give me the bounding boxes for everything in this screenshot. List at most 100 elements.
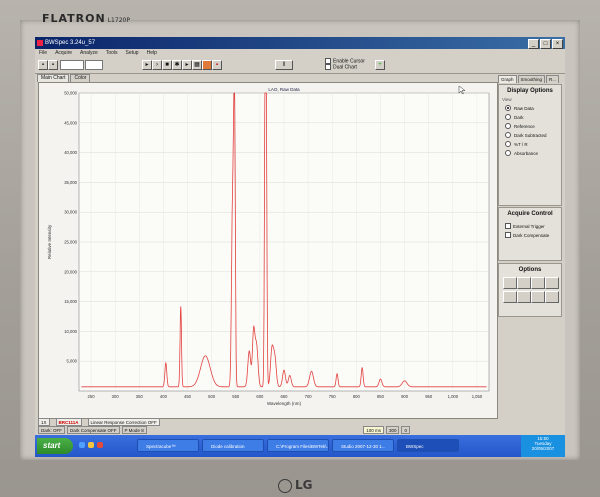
- window-titlebar[interactable]: BWSpec 3.24u_57 _ □ ×: [35, 37, 565, 49]
- option-dark-subtracted[interactable]: Dark Subtracted: [505, 132, 561, 138]
- tab-graph[interactable]: Graph: [498, 75, 517, 83]
- grid-icon[interactable]: ▦: [192, 60, 202, 70]
- label-transmission: %T / R: [514, 141, 528, 147]
- device-field[interactable]: [60, 60, 84, 70]
- enable-cursor-checkbox[interactable]: [325, 58, 331, 64]
- lg-logo-text: LG: [295, 478, 313, 492]
- task-studio[interactable]: Studio 2007-12-30 1...: [332, 439, 394, 452]
- save-icon[interactable]: ▪: [48, 60, 58, 70]
- report-icon[interactable]: ▪: [212, 60, 222, 70]
- side-panel: Graph Smoothing R... Display Options Vie…: [498, 75, 562, 423]
- dual-chart-label: Dual Chart: [333, 64, 357, 71]
- menu-acquire[interactable]: Acquire: [55, 49, 72, 57]
- channel-field[interactable]: [85, 60, 103, 70]
- pause-icon[interactable]: ‖: [275, 60, 293, 70]
- option-transmission[interactable]: %T / R: [505, 141, 561, 147]
- play-icon[interactable]: ▸: [142, 60, 152, 70]
- task-program-files[interactable]: C:\Program Files\BWTek\...: [267, 439, 329, 452]
- menu-setup[interactable]: Setup: [126, 49, 139, 57]
- option-absorbance[interactable]: Absorbance: [505, 150, 561, 156]
- tool-icon[interactable]: ▸: [182, 60, 192, 70]
- radio-transmission[interactable]: [505, 141, 511, 147]
- view-group-label: View: [502, 97, 512, 102]
- open-icon[interactable]: ▪: [38, 60, 48, 70]
- close-button[interactable]: ×: [552, 39, 563, 49]
- menu-help[interactable]: Help: [147, 49, 157, 57]
- option-button[interactable]: [503, 291, 517, 303]
- label-dark: Dark: [514, 114, 524, 120]
- x-tick-label: 250: [88, 394, 96, 399]
- dual-chart-checkbox[interactable]: [325, 64, 331, 71]
- option-raw-data[interactable]: Raw Data: [505, 105, 561, 111]
- tab-color[interactable]: Color: [70, 74, 91, 82]
- x-tick-label: 500: [208, 394, 216, 399]
- tab-smoothing[interactable]: Smoothing: [517, 75, 546, 83]
- toolbar: ▪ ▪ ▸ › ■ ✱ ▸ ▦ ▪ ‖ Enable Cursor Dual C…: [35, 57, 565, 74]
- status-spacer-right: [412, 426, 562, 434]
- x-tick-label: 300: [112, 394, 120, 399]
- stop-icon[interactable]: ■: [162, 60, 172, 70]
- option-reference[interactable]: Reference: [505, 123, 561, 129]
- quicklaunch-app-icon[interactable]: [97, 442, 103, 448]
- label-external-trigger: External Trigger: [513, 223, 545, 229]
- x-tick-label: 450: [184, 394, 192, 399]
- radio-absorbance[interactable]: [505, 150, 511, 156]
- step-icon[interactable]: ›: [152, 60, 162, 70]
- x-axis-label: Wavelength (nm): [267, 401, 302, 406]
- average-field[interactable]: 300: [385, 426, 400, 434]
- options-title: Options: [518, 267, 542, 273]
- option-external-trigger[interactable]: External Trigger: [505, 223, 561, 229]
- tab-main-chart[interactable]: Main Chart: [37, 74, 70, 82]
- quicklaunch-browser-icon[interactable]: [79, 442, 85, 448]
- radio-raw-data[interactable]: [505, 105, 511, 111]
- refresh-icon[interactable]: +: [375, 60, 385, 70]
- menu-tools[interactable]: Tools: [106, 49, 118, 57]
- option-button[interactable]: [545, 277, 559, 289]
- x-tick-label: 650: [281, 394, 289, 399]
- brand-name: FLATRON: [42, 12, 106, 25]
- option-button[interactable]: [503, 277, 517, 289]
- status-mode: P Mode 8: [121, 426, 147, 434]
- x-tick-label: 700: [305, 394, 313, 399]
- radio-reference[interactable]: [505, 123, 511, 129]
- start-button[interactable]: start: [37, 438, 73, 454]
- acquire-control-title: Acquire Control: [507, 211, 553, 217]
- option-button[interactable]: [517, 291, 531, 303]
- x-tick-label: 550: [232, 394, 240, 399]
- radio-dark[interactable]: [505, 114, 511, 120]
- y-tick-label: 50,000: [64, 91, 77, 96]
- quicklaunch-folder-icon[interactable]: [88, 442, 94, 448]
- option-button[interactable]: [531, 277, 545, 289]
- taskbar: start Spectracube™ Diode calibration C:\…: [35, 435, 565, 457]
- x-tick-label: 600: [256, 394, 264, 399]
- maximize-button[interactable]: □: [540, 39, 551, 49]
- checkbox-external-trigger[interactable]: [505, 223, 511, 229]
- checkbox-dark-compensate[interactable]: [505, 232, 511, 238]
- export-icon[interactable]: [202, 60, 212, 70]
- chart-title: LAO, Raw Data: [268, 87, 300, 92]
- smooth-field[interactable]: 0: [401, 426, 410, 434]
- option-dark-compensate[interactable]: Dark Compensate: [505, 232, 561, 238]
- options-box: Options: [498, 263, 562, 317]
- option-button[interactable]: [531, 291, 545, 303]
- menu-analyze[interactable]: Analyze: [80, 49, 98, 57]
- tab-more[interactable]: R...: [546, 75, 560, 83]
- menu-file[interactable]: File: [39, 49, 47, 57]
- settings-icon[interactable]: ✱: [172, 60, 182, 70]
- dual-chart-option[interactable]: Dual Chart: [325, 64, 365, 71]
- option-button[interactable]: [517, 277, 531, 289]
- task-bwspec[interactable]: BWSpec: [397, 439, 459, 452]
- task-diode-calibration[interactable]: Diode calibration: [202, 439, 264, 452]
- window-title: BWSpec 3.24u_57: [45, 40, 96, 46]
- y-tick-label: 15,000: [64, 299, 77, 304]
- x-tick-label: 950: [425, 394, 433, 399]
- label-dark-compensate: Dark Compensate: [513, 232, 550, 238]
- x-tick-label: 850: [377, 394, 385, 399]
- task-spectracube[interactable]: Spectracube™: [137, 439, 199, 452]
- integration-time-field[interactable]: 100 ms: [363, 426, 384, 434]
- cursor-options: Enable Cursor Dual Chart: [325, 58, 365, 71]
- option-button[interactable]: [545, 291, 559, 303]
- radio-dark-subtracted[interactable]: [505, 132, 511, 138]
- minimize-button[interactable]: _: [528, 39, 539, 49]
- option-dark[interactable]: Dark: [505, 114, 561, 120]
